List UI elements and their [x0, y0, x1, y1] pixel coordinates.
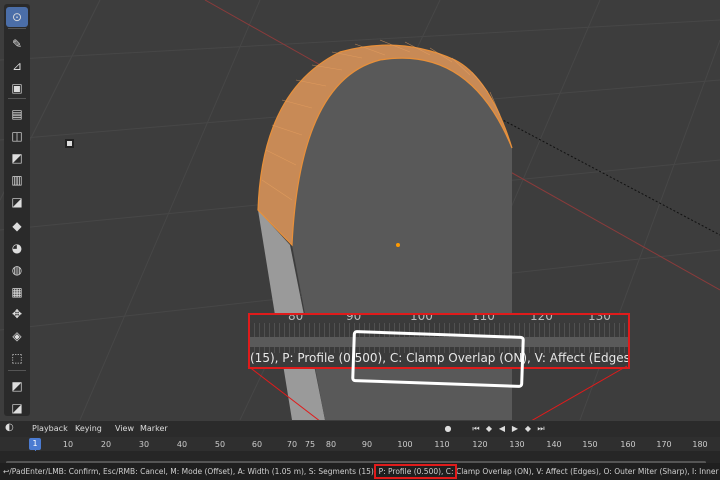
ruler-frame-number: 75: [304, 440, 316, 449]
zoom-ruler-number: 120: [530, 313, 553, 323]
timeline-header: ◐ Playback Keying View Marker ● ⏮ ◆ ◀ ▶ …: [0, 421, 720, 437]
zoom-ruler-number: 110: [472, 313, 495, 323]
ruler-frame-number: 180: [692, 440, 708, 449]
bevel-icon[interactable]: ◩: [6, 148, 28, 168]
poly-build-icon[interactable]: ◆: [6, 216, 28, 236]
tool-separator: [8, 370, 26, 371]
zoom-ruler-number: 130: [588, 313, 611, 323]
origin-dot: [396, 243, 400, 247]
zoom-ruler-number: 90: [346, 313, 362, 323]
extrude-icon[interactable]: ▤: [6, 104, 28, 124]
ruler-frame-number: 40: [176, 440, 188, 449]
ruler-frame-number: 80: [325, 440, 337, 449]
timeline-ruler[interactable]: 10 20 30 40 50 60 70 75 80 90 100 110 120 130 140 150 16…: [0, 437, 720, 451]
ruler-frame-number: 130: [509, 440, 525, 449]
transform-icon[interactable]: ◩: [6, 376, 28, 396]
ruler-frame-number: 10: [62, 440, 74, 449]
spin-icon[interactable]: ◕: [6, 238, 28, 258]
prev-keyframe-icon[interactable]: ◆: [483, 423, 495, 434]
ruler-frame-number: 90: [361, 440, 373, 449]
ruler-frame-number: 140: [546, 440, 562, 449]
cursor-icon[interactable]: ⊙: [6, 7, 28, 27]
scale-cage-icon[interactable]: ◪: [6, 398, 28, 418]
play-reverse-icon[interactable]: ◀: [496, 423, 508, 434]
play-icon[interactable]: ▶: [509, 423, 521, 434]
ruler-frame-number: 100: [397, 440, 413, 449]
ruler-frame-number: 20: [100, 440, 112, 449]
zoomed-status-callout: 80 90 100 110 120 130 (15), P: Profile (0.500…: [248, 313, 630, 369]
status-bar: ↩/PadEnter/LMB: Confirm, Esc/RMB: Cancel…: [0, 463, 720, 480]
keying-menu[interactable]: Keying: [75, 424, 102, 433]
zoom-ruler-numbers: 80 90 100 110 120 130: [250, 313, 628, 323]
tool-shelf: ⊙ ✎ ⊿ ▣ ▤ ◫ ◩ ▥ ◪ ◆ ◕ ◍ ▦ ✥ ◈ ⬚ ◩ ◪: [4, 4, 30, 416]
ruler-frame-number: 150: [582, 440, 598, 449]
loop-cut-icon[interactable]: ▥: [6, 170, 28, 190]
add-cube-icon[interactable]: ▣: [6, 78, 28, 98]
edge-slide-icon[interactable]: ▦: [6, 282, 28, 302]
view-menu[interactable]: View: [115, 424, 134, 433]
zoom-ruler-number: 100: [410, 313, 433, 323]
zoom-scroll-bar: [250, 337, 628, 347]
jump-start-icon[interactable]: ⏮: [470, 423, 482, 434]
smooth-icon[interactable]: ◍: [6, 260, 28, 280]
ruler-frame-number: 120: [472, 440, 488, 449]
ruler-frame-number: 160: [620, 440, 636, 449]
status-bar-text: ↩/PadEnter/LMB: Confirm, Esc/RMB: Cancel…: [3, 467, 720, 476]
shrink-fatten-icon[interactable]: ✥: [6, 304, 28, 324]
playback-menu[interactable]: Playback: [32, 424, 68, 433]
tool-separator: [8, 98, 26, 99]
editor-type-icon[interactable]: ◐: [5, 422, 14, 433]
zoom-ruler-number: 80: [288, 313, 304, 323]
3d-viewport[interactable]: ⊙ ✎ ⊿ ▣ ▤ ◫ ◩ ▥ ◪ ◆ ◕ ◍ ▦ ✥ ◈ ⬚ ◩ ◪ 80 90 100 110 120 130 (15)…: [0, 0, 720, 420]
ruler-frame-number: 110: [434, 440, 450, 449]
knife-icon[interactable]: ◪: [6, 192, 28, 212]
ruler-frame-number: 30: [138, 440, 150, 449]
annotate-icon[interactable]: ✎: [6, 34, 28, 54]
ruler-frame-number: 60: [251, 440, 263, 449]
zoom-status-text: (15), P: Profile (0.500), C: Clamp Overl…: [250, 351, 630, 365]
record-icon[interactable]: ●: [442, 423, 454, 434]
measure-icon[interactable]: ⊿: [6, 56, 28, 76]
ruler-frame-number: 170: [656, 440, 672, 449]
current-frame-indicator[interactable]: 1: [29, 438, 41, 450]
ruler-frame-number: 70: [286, 440, 298, 449]
shear-icon[interactable]: ◈: [6, 326, 28, 346]
marker-menu[interactable]: Marker: [140, 424, 168, 433]
next-keyframe-icon[interactable]: ◆: [522, 423, 534, 434]
jump-end-icon[interactable]: ⏭: [535, 423, 547, 434]
inset-icon[interactable]: ◫: [6, 126, 28, 146]
status-clamp-highlight: [374, 464, 457, 479]
rip-region-icon[interactable]: ⬚: [6, 348, 28, 368]
ruler-frame-number: 50: [214, 440, 226, 449]
tool-separator: [8, 28, 26, 29]
